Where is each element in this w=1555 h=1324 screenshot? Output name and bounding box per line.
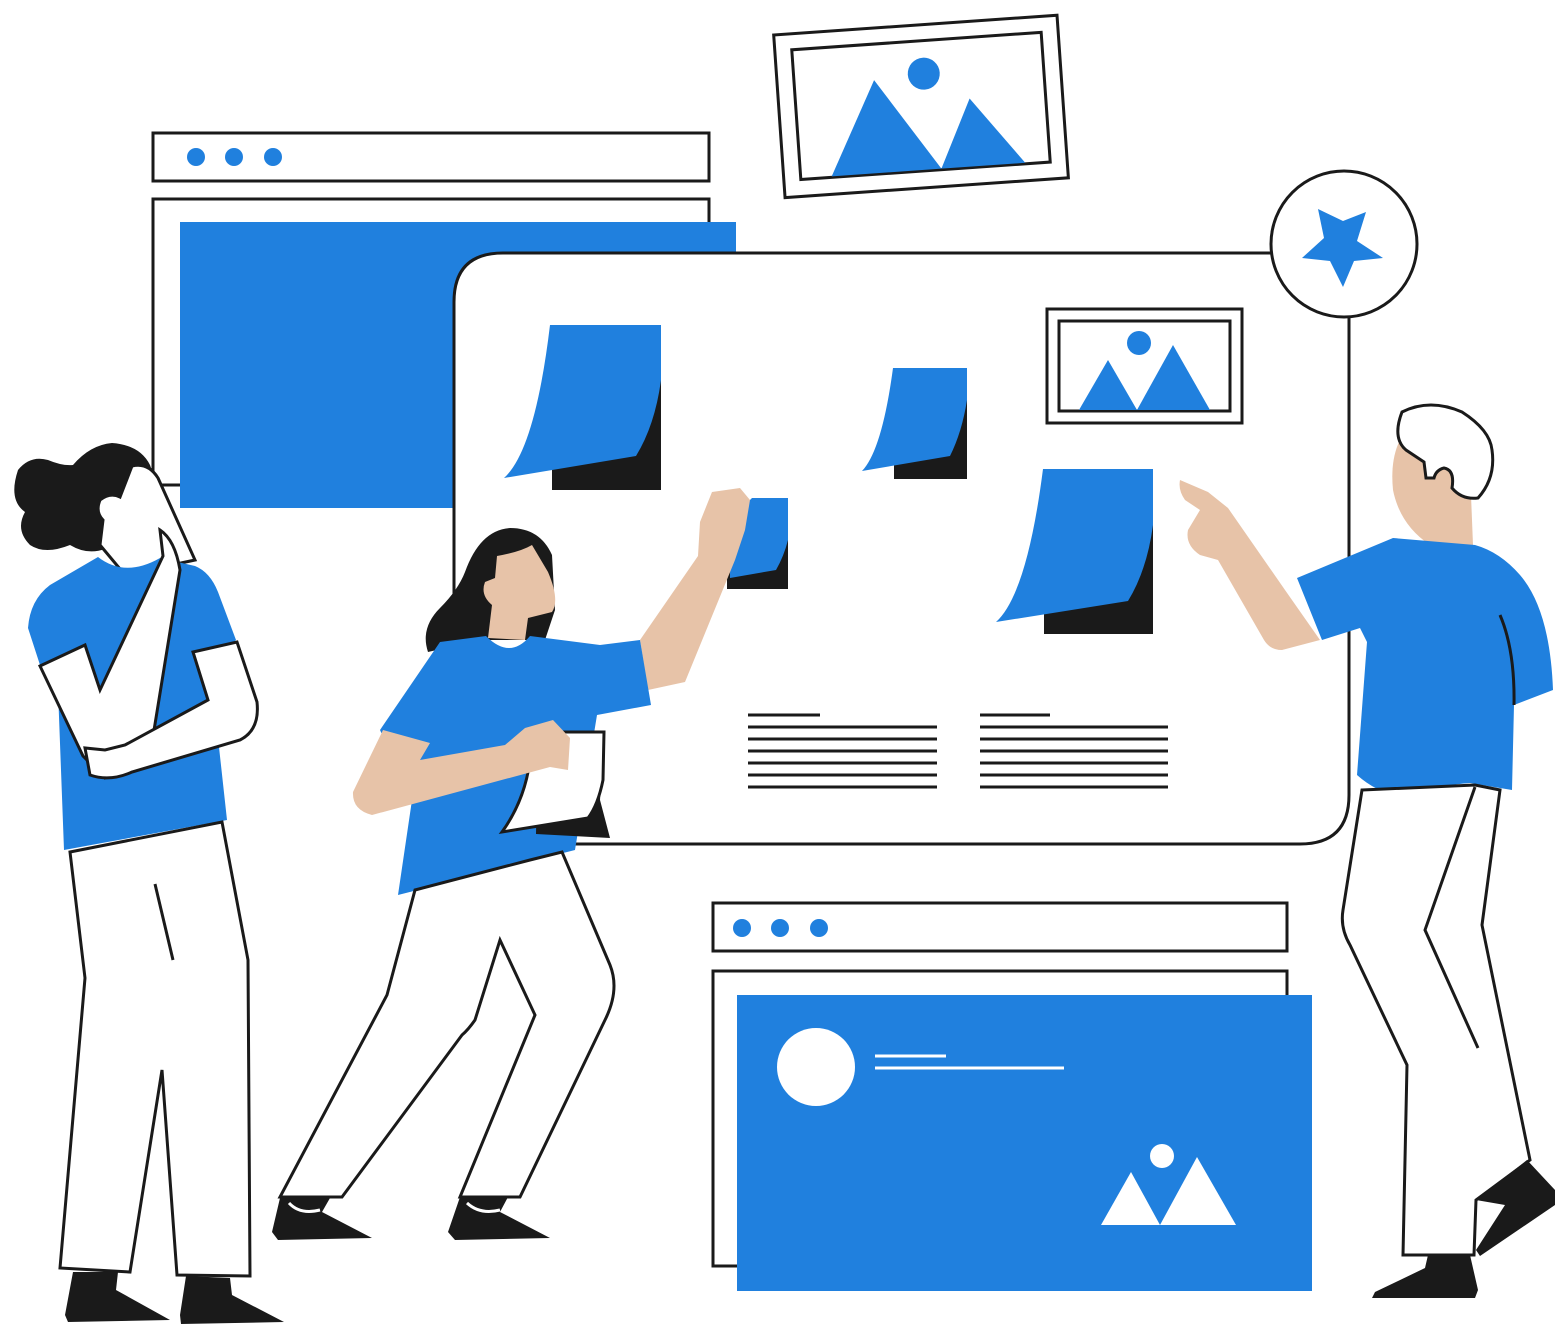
person-thinking <box>14 443 284 1324</box>
text-lines-left <box>748 713 937 789</box>
three-dots-icon <box>733 919 828 937</box>
browser-window-bottom <box>711 901 1312 1291</box>
shoe <box>272 1198 372 1240</box>
shoe <box>180 1276 284 1324</box>
shoe <box>65 1272 170 1322</box>
avatar-circle-icon <box>777 1028 855 1106</box>
board-image-frame <box>1045 307 1244 425</box>
collaboration-illustration <box>14 13 1555 1324</box>
star-badge <box>1269 169 1419 319</box>
shoe <box>448 1197 550 1240</box>
pants <box>277 850 616 1199</box>
person-placing-note <box>272 488 750 1240</box>
three-dots-icon <box>187 148 282 166</box>
shoe <box>1372 1255 1478 1298</box>
framed-picture-floating <box>772 13 1070 200</box>
text-lines-right <box>980 713 1168 789</box>
